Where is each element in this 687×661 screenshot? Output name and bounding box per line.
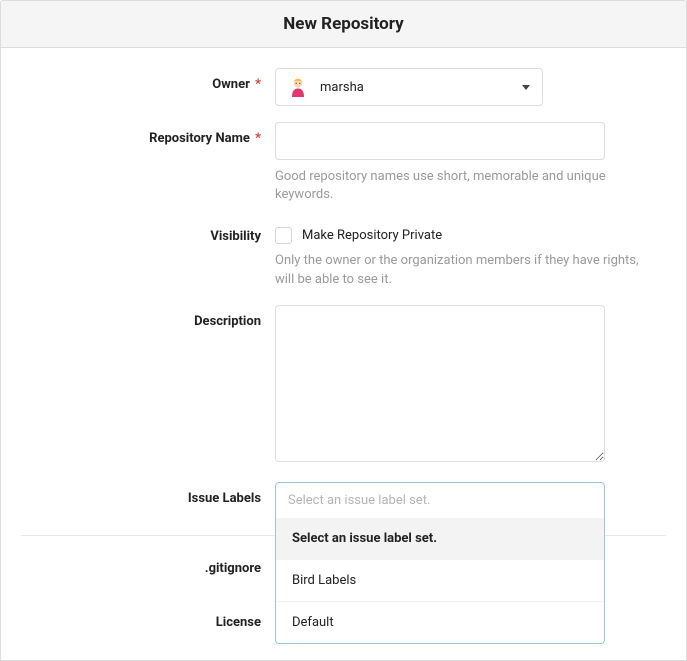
repo-name-input[interactable]	[275, 122, 605, 160]
page-title: New Repository	[1, 14, 686, 34]
description-textarea[interactable]	[275, 305, 605, 462]
required-marker: *	[255, 131, 261, 146]
control-visibility: Make Repository Private Only the owner o…	[275, 220, 666, 288]
label-issue-labels: Issue Labels	[21, 482, 275, 506]
label-owner-text: Owner	[212, 77, 250, 92]
field-visibility: Visibility Make Repository Private Only …	[21, 220, 666, 288]
label-visibility: Visibility	[21, 220, 275, 244]
field-repo-name: Repository Name * Good repository names …	[21, 122, 666, 204]
issue-labels-option-default[interactable]: Default	[276, 601, 604, 643]
control-repo-name: Good repository names use short, memorab…	[275, 122, 666, 204]
control-description	[275, 305, 666, 466]
issue-labels-combo: Select an issue label set. Bird Labels D…	[275, 482, 605, 519]
issue-labels-option-bird[interactable]: Bird Labels	[276, 559, 604, 601]
repo-name-help: Good repository names use short, memorab…	[275, 168, 655, 204]
private-checkbox-label[interactable]: Make Repository Private	[302, 228, 442, 243]
avatar-icon	[288, 77, 308, 97]
label-gitignore: .gitignore	[21, 552, 275, 576]
label-repo-name-text: Repository Name	[149, 131, 250, 146]
page-header: New Repository	[0, 0, 687, 48]
issue-labels-option-placeholder[interactable]: Select an issue label set.	[276, 518, 604, 559]
caret-down-icon	[522, 85, 530, 90]
private-checkbox[interactable]	[275, 227, 292, 244]
required-marker: *	[255, 77, 261, 92]
field-description: Description	[21, 305, 666, 466]
label-license: License	[21, 606, 275, 630]
visibility-checkbox-row: Make Repository Private	[275, 220, 666, 244]
form-body: Owner * marsha Repository Name *	[0, 48, 687, 661]
label-owner: Owner *	[21, 68, 275, 92]
visibility-help: Only the owner or the organization membe…	[275, 252, 655, 288]
issue-labels-input[interactable]	[275, 482, 605, 519]
control-issue-labels: Select an issue label set. Bird Labels D…	[275, 482, 666, 519]
control-owner: marsha	[275, 68, 666, 106]
issue-labels-menu: Select an issue label set. Bird Labels D…	[275, 518, 605, 644]
owner-name: marsha	[320, 80, 364, 95]
field-issue-labels: Issue Labels Select an issue label set. …	[21, 482, 666, 519]
owner-dropdown[interactable]: marsha	[275, 68, 543, 106]
label-repo-name: Repository Name *	[21, 122, 275, 146]
label-description: Description	[21, 305, 275, 329]
field-owner: Owner * marsha	[21, 68, 666, 106]
